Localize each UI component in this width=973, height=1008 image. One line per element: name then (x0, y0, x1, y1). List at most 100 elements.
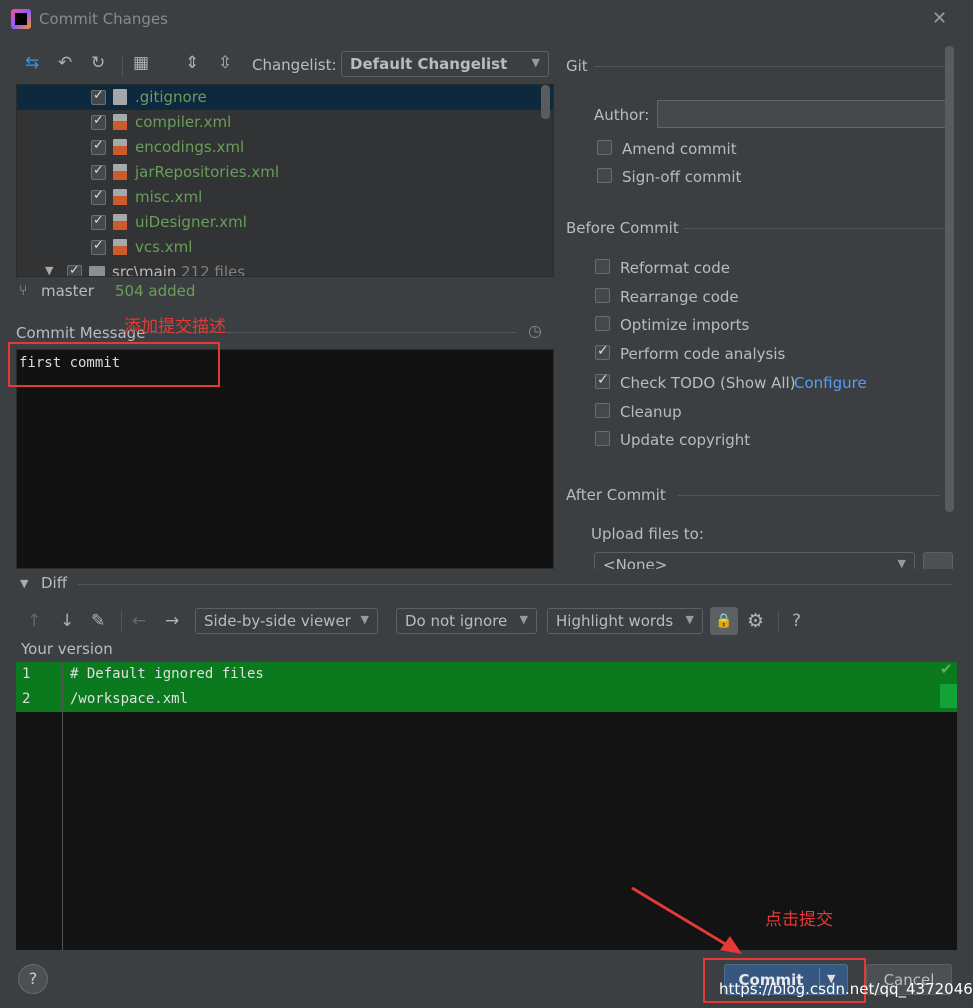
edit-pencil-icon[interactable]: ✎ (91, 611, 105, 631)
upload-config-button[interactable] (923, 552, 953, 569)
diff-line-added: 2 /workspace.xml (16, 687, 957, 712)
options-scrollbar[interactable] (945, 46, 954, 512)
upload-select[interactable]: <None> ▼ (594, 552, 915, 569)
rearrange-checkbox[interactable] (595, 288, 610, 303)
upload-label: Upload files to: (591, 525, 704, 543)
tree-row[interactable]: compiler.xml (17, 110, 553, 135)
rollback-icon[interactable]: ↶ (58, 53, 72, 73)
check-icon: ✔ (940, 660, 953, 678)
before-commit-title: Before Commit (566, 219, 679, 237)
tree-row[interactable]: ▼ src\main 212 files (17, 260, 553, 277)
file-name: encodings.xml (135, 138, 245, 156)
amend-label: Amend commit (622, 140, 737, 158)
author-input[interactable] (657, 100, 950, 128)
tree-row[interactable]: misc.xml (17, 185, 553, 210)
changelist-label: Changelist: (252, 56, 337, 74)
file-checkbox[interactable] (91, 138, 106, 155)
arrow-left-icon[interactable]: ← (132, 611, 146, 631)
upload-value: <None> (603, 556, 668, 569)
file-checkbox[interactable] (91, 238, 106, 255)
reformat-checkbox[interactable] (595, 259, 610, 274)
show-diff-icon[interactable]: ⇆ (25, 53, 39, 73)
ignore-file-icon (113, 89, 127, 105)
help-button[interactable]: ? (18, 964, 48, 994)
group-by-icon[interactable]: ▦ (133, 53, 149, 73)
arrow-up-icon[interactable]: ↑ (27, 611, 41, 631)
ignore-value: Do not ignore (405, 612, 508, 630)
added-count: 504 added (115, 282, 196, 300)
file-checkbox[interactable] (91, 88, 106, 105)
file-name: .gitignore (135, 88, 207, 106)
git-section-title: Git (566, 57, 588, 75)
update-copyright-checkbox[interactable] (595, 431, 610, 446)
cleanup-checkbox[interactable] (595, 403, 610, 418)
xml-file-icon (113, 114, 127, 130)
chevron-down-icon: ▼ (519, 613, 528, 626)
tree-row[interactable]: vcs.xml (17, 235, 553, 260)
highlight-select[interactable]: Highlight words ▼ (547, 608, 703, 634)
xml-file-icon (113, 214, 127, 230)
file-name: jarRepositories.xml (135, 163, 280, 181)
section-divider (678, 495, 940, 496)
file-checkbox[interactable] (91, 213, 106, 230)
toolbar-divider (122, 55, 123, 77)
check-todo-checkbox[interactable] (595, 372, 610, 389)
chevron-down-icon: ▼ (897, 557, 906, 569)
tree-row[interactable]: jarRepositories.xml (17, 160, 553, 185)
ignore-select[interactable]: Do not ignore ▼ (396, 608, 537, 634)
changelist-select[interactable]: Default Changelist ▼ (341, 51, 549, 77)
history-clock-icon[interactable]: ◷ (528, 321, 542, 340)
watermark: https://blog.csdn.net/qq_43720467 (719, 980, 973, 998)
code-analysis-checkbox[interactable] (595, 343, 610, 360)
xml-file-icon (113, 164, 127, 180)
close-icon[interactable]: ✕ (932, 8, 947, 29)
code-analysis-label: Perform code analysis (620, 345, 786, 363)
diff-gutter (62, 662, 63, 950)
check-todo-label: Check TODO (Show All) (620, 374, 796, 392)
tree-scrollbar[interactable] (541, 85, 550, 119)
collapse-all-icon[interactable]: ⇳ (218, 53, 232, 73)
folder-checkbox[interactable] (67, 263, 82, 276)
file-checkbox[interactable] (91, 188, 106, 205)
tree-row[interactable]: .gitignore (17, 85, 553, 110)
lock-icon[interactable]: 🔒 (710, 607, 738, 635)
configure-link[interactable]: Configure (794, 374, 867, 392)
tree-row[interactable]: encodings.xml (17, 135, 553, 160)
annotation-arrow-icon (631, 886, 742, 954)
chevron-down-icon: ▼ (531, 56, 540, 69)
line-number: 1 (22, 666, 31, 682)
refresh-icon[interactable]: ↻ (91, 53, 105, 73)
annotation-commit: 点击提交 (765, 910, 833, 930)
rearrange-label: Rearrange code (620, 288, 739, 306)
viewer-select[interactable]: Side-by-side viewer ▼ (195, 608, 378, 634)
diff-collapse-icon[interactable]: ▼ (20, 577, 28, 590)
folder-icon (89, 266, 105, 276)
highlight-value: Highlight words (556, 612, 674, 630)
xml-file-icon (113, 239, 127, 255)
arrow-down-icon[interactable]: ↓ (60, 611, 74, 631)
gear-icon[interactable]: ⚙ (747, 610, 764, 632)
chevron-down-icon: ▼ (360, 613, 369, 626)
line-number: 2 (22, 691, 31, 707)
arrow-right-icon[interactable]: → (165, 611, 179, 631)
optimize-imports-checkbox[interactable] (595, 316, 610, 331)
changes-tree[interactable]: .gitignore compiler.xml encodings.xml ja… (16, 84, 554, 277)
file-checkbox[interactable] (91, 113, 106, 130)
upload-select-clip: <None> ▼ (594, 552, 915, 569)
folder-name: src\main (112, 263, 177, 277)
line-text: /workspace.xml (70, 691, 189, 707)
help-icon[interactable]: ? (792, 611, 801, 631)
expand-all-icon[interactable]: ⇕ (185, 53, 199, 73)
intellij-logo-icon (11, 9, 31, 29)
file-checkbox[interactable] (91, 163, 106, 180)
tree-row[interactable]: uiDesigner.xml (17, 210, 553, 235)
file-name: misc.xml (135, 188, 203, 206)
branch-name: master (41, 282, 94, 300)
window-title: Commit Changes (39, 10, 168, 28)
expand-arrow-icon[interactable]: ▼ (45, 264, 53, 276)
toolbar-divider (121, 611, 122, 633)
amend-checkbox[interactable] (597, 140, 612, 155)
signoff-checkbox[interactable] (597, 168, 612, 183)
cleanup-label: Cleanup (620, 403, 682, 421)
xml-file-icon (113, 189, 127, 205)
